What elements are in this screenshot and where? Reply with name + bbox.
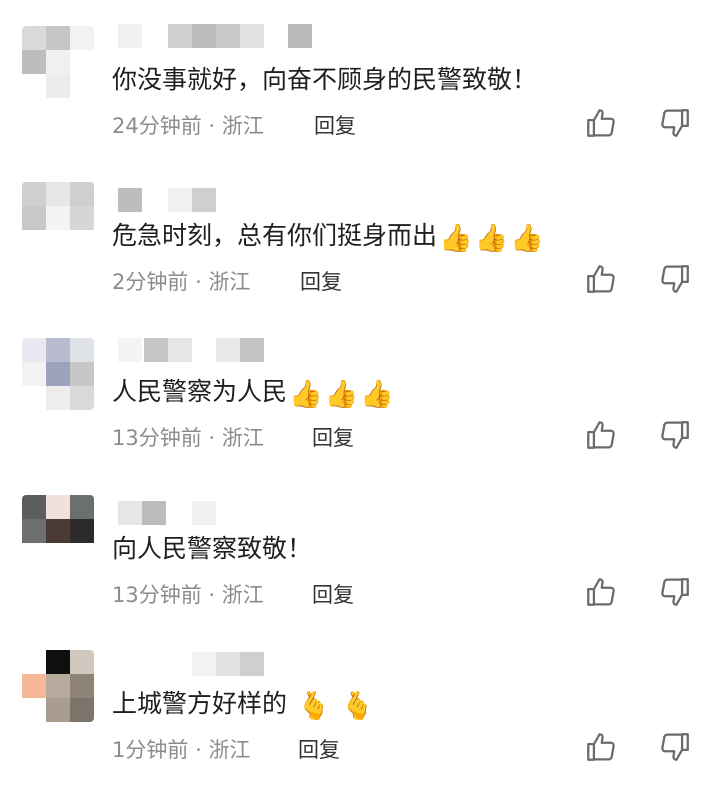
reply-button[interactable]: 回复 [300,268,342,296]
comment-item: 你没事就好，向奋不顾身的民警致敬！ 24分钟前 · 浙江 回复 [0,24,720,182]
thumbs-down-icon[interactable] [658,106,692,140]
comment-item: 向人民警察致敬！ 13分钟前 · 浙江 回复 [0,495,720,651]
thumbs-down-icon[interactable] [658,418,692,452]
comment-location: 浙江 [208,270,251,294]
comment-time: 2分钟前 [112,270,189,294]
comment-text: 你没事就好，向奋不顾身的民警致敬！ [112,62,537,98]
comment-time: 13分钟前 [112,583,202,607]
meta-separator: · [195,738,202,762]
thumbs-up-emoji: 👍 [289,379,323,410]
thumbs-down-icon[interactable] [658,730,692,764]
meta-separator: · [208,583,216,607]
comment-location: 浙江 [208,738,251,762]
meta-separator: · [208,114,216,138]
thumbs-up-emoji: 👍 [474,223,509,254]
comment-text: 危急时刻，总有你们挺身而出👍👍👍 [112,218,544,257]
avatar[interactable] [22,182,94,254]
comment-text: 上城警方好样的 🫰 🫰 [112,686,374,725]
thumbs-up-emoji: 👍 [324,379,359,410]
comment-time: 24分钟前 [112,114,202,138]
finger-heart-emoji: 🫰 [297,691,331,722]
avatar[interactable] [22,26,94,98]
comment-text: 人民警察为人民👍👍👍 [112,374,394,413]
comment-meta: 24分钟前 · 浙江 [112,112,264,140]
comment-item: 人民警察为人民👍👍👍 13分钟前 · 浙江 回复 [0,338,720,494]
thumbs-down-icon[interactable] [658,575,692,609]
comment-meta: 13分钟前 · 浙江 [112,424,264,452]
comment-text-body: 向人民警察致敬！ [112,534,313,563]
thumbs-up-icon[interactable] [584,730,618,764]
comment-text-body: 你没事就好，向奋不顾身的民警致敬！ [112,65,538,94]
reply-button[interactable]: 回复 [298,736,340,764]
comment-item: 危急时刻，总有你们挺身而出👍👍👍 2分钟前 · 浙江 回复 [0,182,720,338]
meta-separator: · [195,270,202,294]
comment-location: 浙江 [221,583,264,607]
avatar[interactable] [22,650,94,722]
thumbs-up-emoji: 👍 [510,223,544,254]
comment-meta: 1分钟前 · 浙江 [112,736,250,764]
reply-button[interactable]: 回复 [312,424,354,452]
comment-text-body: 人民警察为人民 [112,377,288,406]
thumbs-up-icon[interactable] [584,418,618,452]
comment-text-body: 危急时刻，总有你们挺身而出 [112,221,438,250]
reply-button[interactable]: 回复 [314,112,356,140]
thumbs-up-emoji: 👍 [439,223,473,254]
finger-heart-emoji: 🫰 [340,691,375,722]
meta-separator: · [208,426,216,450]
comment-meta: 13分钟前 · 浙江 [112,581,264,609]
comment-text-body: 上城警方好样的 [112,689,288,718]
reply-button[interactable]: 回复 [312,581,354,609]
comment-location: 浙江 [221,114,264,138]
thumbs-up-icon[interactable] [584,106,618,140]
comment-location: 浙江 [221,426,264,450]
comment-text: 向人民警察致敬！ [112,531,312,567]
thumbs-up-icon[interactable] [584,575,618,609]
comment-time: 13分钟前 [112,426,202,450]
thumbs-down-icon[interactable] [658,262,692,296]
avatar[interactable] [22,495,94,567]
comment-time: 1分钟前 [112,738,189,762]
avatar[interactable] [22,338,94,410]
thumbs-up-emoji: 👍 [360,379,394,410]
comment-meta: 2分钟前 · 浙江 [112,268,250,296]
thumbs-up-icon[interactable] [584,262,618,296]
